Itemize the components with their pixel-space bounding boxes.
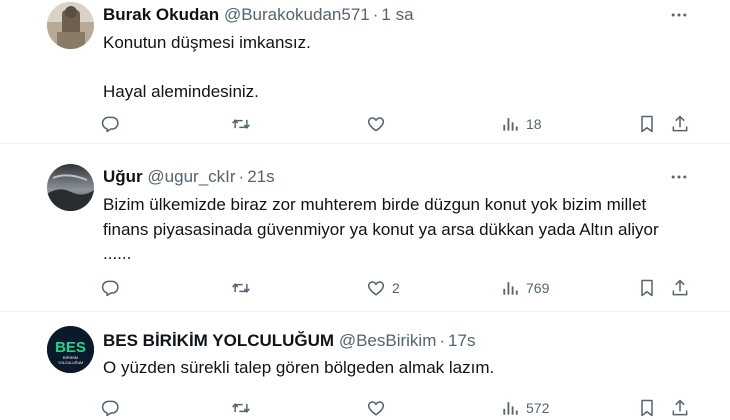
tweet-text-line — [103, 56, 700, 81]
bookmark-icon — [637, 278, 657, 298]
retweet-button[interactable] — [231, 276, 257, 300]
tweet-text-line: O yüzden sürekli talep gören bölgeden al… — [103, 358, 495, 377]
views-count: 572 — [526, 400, 550, 416]
separator-dot: · — [238, 167, 245, 186]
tweet-actions: 18 — [0, 112, 730, 136]
views-button[interactable]: 572 — [500, 396, 549, 420]
reply-button[interactable] — [100, 276, 126, 300]
like-icon — [366, 278, 386, 298]
share-icon — [670, 114, 690, 134]
tweet-text-line: Hayal alemindesiniz. — [103, 82, 259, 101]
tweet-header: Burak Okudan @Burakokudan571 · 1 sa — [103, 4, 414, 26]
timestamp[interactable]: 1 sa — [381, 5, 413, 24]
views-icon — [500, 398, 520, 418]
user-handle[interactable]: @ugur_ckIr — [147, 167, 235, 186]
tweet[interactable]: BES BİRİKİM YOLCULUĞUM BES BİRİKİM YOLCU… — [0, 312, 730, 420]
display-name[interactable]: BES BİRİKİM YOLCULUĞUM — [103, 331, 334, 350]
views-icon — [500, 278, 520, 298]
avatar[interactable] — [47, 2, 94, 49]
bookmark-button[interactable] — [637, 276, 657, 300]
tweet-text: Bizim ülkemizde biraz zor muhterem birde… — [103, 193, 692, 267]
like-count: 2 — [392, 280, 400, 296]
share-button[interactable] — [670, 112, 690, 136]
tweet-text-line: ...... — [103, 244, 132, 263]
reply-button[interactable] — [100, 112, 126, 136]
views-button[interactable]: 769 — [500, 276, 549, 300]
like-button[interactable] — [366, 396, 392, 420]
like-button[interactable]: 2 — [366, 276, 400, 300]
like-icon — [366, 398, 386, 418]
svg-text:BİRİKİM: BİRİKİM — [63, 355, 78, 360]
retweet-icon — [231, 398, 251, 418]
tweet-text-line: Bizim ülkemizde biraz zor muhterem birde… — [103, 195, 659, 239]
svg-text:BES: BES — [55, 339, 86, 356]
views-icon — [500, 114, 520, 134]
tweet[interactable]: Uğur @ugur_ckIr · 21s Bizim ülkemizde bira… — [0, 144, 730, 312]
views-button[interactable]: 18 — [500, 112, 542, 136]
user-handle[interactable]: @Burakokudan571 — [224, 5, 370, 24]
share-icon — [670, 278, 690, 298]
reply-icon — [100, 114, 120, 134]
separator-dot: · — [439, 331, 446, 350]
reply-icon — [100, 398, 120, 418]
reply-button[interactable] — [100, 396, 126, 420]
bookmark-button[interactable] — [637, 396, 657, 420]
tweet-header: BES BİRİKİM YOLCULUĞUM @BesBirikim · 17s — [103, 330, 475, 352]
like-icon — [366, 114, 386, 134]
svg-text:YOLCULUĞUM: YOLCULUĞUM — [58, 360, 83, 365]
tweet-actions: 572 — [0, 396, 730, 420]
share-button[interactable] — [670, 276, 690, 300]
more-horizontal-icon[interactable] — [668, 166, 690, 188]
retweet-icon — [231, 114, 251, 134]
share-icon — [670, 398, 690, 418]
like-button[interactable] — [366, 112, 392, 136]
timestamp[interactable]: 21s — [247, 167, 274, 186]
bookmark-button[interactable] — [637, 112, 657, 136]
tweet-text: O yüzden sürekli talep gören bölgeden al… — [103, 356, 700, 381]
retweet-button[interactable] — [231, 112, 257, 136]
share-button[interactable] — [670, 396, 690, 420]
more-horizontal-icon[interactable] — [668, 4, 690, 26]
retweet-button[interactable] — [231, 396, 257, 420]
bookmark-icon — [637, 398, 657, 418]
avatar[interactable] — [47, 164, 94, 211]
tweet-text-line: Konutun düşmesi imkansız. — [103, 33, 311, 52]
user-handle[interactable]: @BesBirikim — [339, 331, 437, 350]
tweet-actions: 2 769 — [0, 276, 730, 300]
bes-logo: BES BİRİKİM YOLCULUĞUM — [47, 326, 94, 373]
tweet[interactable]: Burak Okudan @Burakokudan571 · 1 sa Konutu… — [0, 0, 730, 144]
views-count: 769 — [526, 280, 550, 296]
avatar[interactable]: BES BİRİKİM YOLCULUĞUM — [47, 326, 94, 373]
timestamp[interactable]: 17s — [448, 331, 475, 350]
reply-icon — [100, 278, 120, 298]
tweet-header: Uğur @ugur_ckIr · 21s — [103, 166, 275, 188]
retweet-icon — [231, 278, 251, 298]
bookmark-icon — [637, 114, 657, 134]
separator-dot: · — [372, 5, 379, 24]
tweet-text: Konutun düşmesi imkansız. Hayal aleminde… — [103, 31, 700, 105]
views-count: 18 — [526, 116, 542, 132]
display-name[interactable]: Uğur — [103, 167, 143, 186]
display-name[interactable]: Burak Okudan — [103, 5, 219, 24]
